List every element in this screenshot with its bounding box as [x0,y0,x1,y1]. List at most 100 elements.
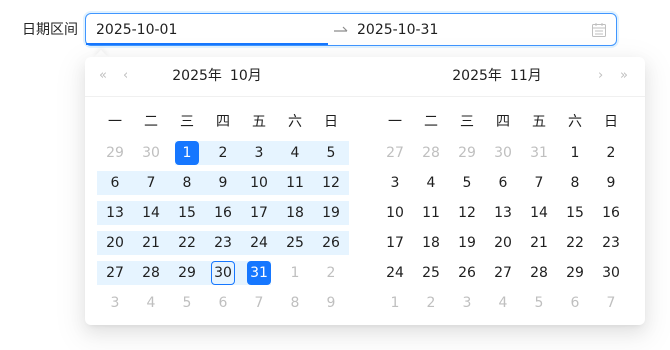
range-start-input[interactable]: 2025-10-01 [96,21,177,39]
day-cell-adjacent-month[interactable]: 5 [527,291,551,315]
calendar-icon[interactable] [591,22,607,38]
day-cell-adjacent-month[interactable]: 6 [211,291,235,315]
day-cell[interactable]: 29 [563,261,587,285]
day-cell[interactable]: 15 [563,201,587,225]
day-cell-adjacent-month[interactable]: 6 [563,291,587,315]
day-cell[interactable]: 20 [491,231,515,255]
day-cell[interactable]: 19 [319,201,343,225]
day-cell[interactable]: 14 [139,201,163,225]
left-weekday-header: 六 [288,114,302,130]
day-cell[interactable]: 30 [211,261,235,285]
day-cell[interactable]: 9 [599,171,623,195]
day-cell-adjacent-month[interactable]: 4 [139,291,163,315]
day-cell[interactable]: 31 [247,261,271,285]
day-cell[interactable]: 8 [175,171,199,195]
day-cell-adjacent-month[interactable]: 31 [527,141,551,165]
right-weekday-header: 一 [388,114,402,130]
day-cell[interactable]: 25 [419,261,443,285]
day-cell[interactable]: 6 [103,171,127,195]
day-cell[interactable]: 7 [527,171,551,195]
day-cell-adjacent-month[interactable]: 9 [319,291,343,315]
day-cell[interactable]: 2 [211,141,235,165]
date-range-input[interactable]: 2025-10-01 2025-10-31 [85,13,617,46]
day-cell[interactable]: 10 [247,171,271,195]
left-month-label[interactable]: 10月 [230,67,262,85]
day-cell[interactable]: 23 [211,231,235,255]
day-cell[interactable]: 19 [455,231,479,255]
day-cell-adjacent-month[interactable]: 2 [419,291,443,315]
super-next-year-button[interactable]: » [620,67,628,85]
day-cell[interactable]: 4 [419,171,443,195]
next-month-button[interactable]: › [598,67,603,85]
day-cell[interactable]: 30 [599,261,623,285]
day-cell-adjacent-month[interactable]: 30 [491,141,515,165]
day-cell[interactable]: 12 [455,201,479,225]
day-cell[interactable]: 17 [383,231,407,255]
day-cell-adjacent-month[interactable]: 1 [283,261,307,285]
day-cell[interactable]: 11 [419,201,443,225]
day-cell[interactable]: 21 [527,231,551,255]
day-cell[interactable]: 16 [211,201,235,225]
day-cell-adjacent-month[interactable]: 27 [383,141,407,165]
day-cell[interactable]: 7 [139,171,163,195]
day-cell[interactable]: 28 [527,261,551,285]
day-cell-adjacent-month[interactable]: 2 [319,261,343,285]
day-cell[interactable]: 2 [599,141,623,165]
day-cell[interactable]: 18 [283,201,307,225]
day-cell[interactable]: 26 [319,231,343,255]
right-panel-title: 2025年 11月 [357,67,637,85]
day-cell[interactable]: 21 [139,231,163,255]
day-cell[interactable]: 27 [491,261,515,285]
day-cell[interactable]: 17 [247,201,271,225]
range-end-input[interactable]: 2025-10-31 [357,21,438,39]
day-cell-adjacent-month[interactable]: 28 [419,141,443,165]
day-cell[interactable]: 24 [247,231,271,255]
active-input-indicator [86,43,328,45]
left-weekday-header: 二 [144,114,158,130]
left-year-label[interactable]: 2025年 [172,67,222,85]
day-cell[interactable]: 3 [247,141,271,165]
day-cell-adjacent-month[interactable]: 1 [383,291,407,315]
day-cell[interactable]: 13 [491,201,515,225]
day-cell-adjacent-month[interactable]: 29 [103,141,127,165]
day-cell[interactable]: 22 [563,231,587,255]
day-cell[interactable]: 1 [175,141,199,165]
day-cell[interactable]: 10 [383,201,407,225]
day-cell[interactable]: 23 [599,231,623,255]
day-cell[interactable]: 22 [175,231,199,255]
day-cell[interactable]: 6 [491,171,515,195]
day-cell[interactable]: 24 [383,261,407,285]
day-cell[interactable]: 12 [319,171,343,195]
right-year-label[interactable]: 2025年 [452,67,502,85]
day-cell[interactable]: 20 [103,231,127,255]
day-cell-adjacent-month[interactable]: 8 [283,291,307,315]
day-cell[interactable]: 25 [283,231,307,255]
day-cell-adjacent-month[interactable]: 29 [455,141,479,165]
day-cell[interactable]: 8 [563,171,587,195]
swap-right-arrow-icon [334,26,348,32]
right-month-label[interactable]: 11月 [510,67,542,85]
day-cell[interactable]: 13 [103,201,127,225]
day-cell[interactable]: 1 [563,141,587,165]
day-cell-adjacent-month[interactable]: 7 [247,291,271,315]
day-cell[interactable]: 16 [599,201,623,225]
day-cell[interactable]: 9 [211,171,235,195]
day-cell-adjacent-month[interactable]: 7 [599,291,623,315]
day-cell[interactable]: 4 [283,141,307,165]
day-cell[interactable]: 5 [319,141,343,165]
day-cell[interactable]: 18 [419,231,443,255]
day-cell-adjacent-month[interactable]: 5 [175,291,199,315]
day-cell-adjacent-month[interactable]: 3 [103,291,127,315]
day-cell[interactable]: 3 [383,171,407,195]
day-cell[interactable]: 11 [283,171,307,195]
day-cell[interactable]: 28 [139,261,163,285]
day-cell-adjacent-month[interactable]: 4 [491,291,515,315]
day-cell[interactable]: 29 [175,261,199,285]
day-cell-adjacent-month[interactable]: 3 [455,291,479,315]
day-cell[interactable]: 15 [175,201,199,225]
day-cell[interactable]: 26 [455,261,479,285]
day-cell-adjacent-month[interactable]: 30 [139,141,163,165]
day-cell[interactable]: 5 [455,171,479,195]
day-cell[interactable]: 14 [527,201,551,225]
day-cell[interactable]: 27 [103,261,127,285]
